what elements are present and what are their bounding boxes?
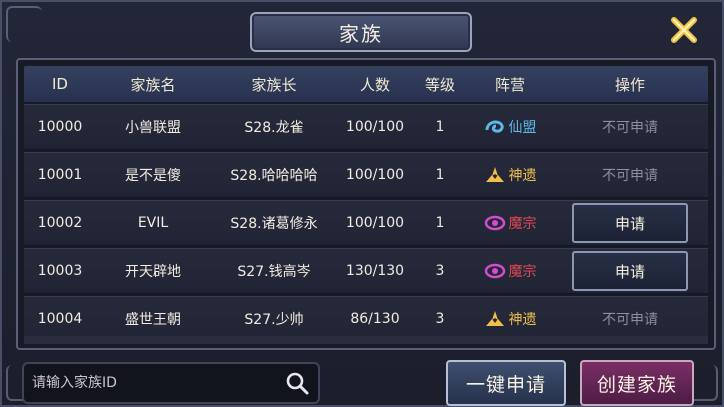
row-action: 不可申请 <box>552 297 708 341</box>
row-id: 10000 <box>37 119 83 135</box>
search-icon[interactable] <box>284 370 310 396</box>
divine-relic-icon <box>485 167 504 182</box>
search-box <box>22 362 320 404</box>
row-level: 3 <box>435 311 445 327</box>
row-leader: S28.诸葛修永 <box>230 216 318 232</box>
row-level: 1 <box>435 167 445 183</box>
cannot-apply-label: 不可申请 <box>602 120 658 136</box>
table-row: 10000 小兽联盟 S28.龙雀 100/100 1 仙盟 不可申请 <box>24 104 708 150</box>
close-icon <box>671 17 697 43</box>
row-id: 10001 <box>37 167 83 183</box>
row-members: 100/100 <box>345 167 405 183</box>
header-members: 人数 <box>359 75 390 94</box>
list-scroll-area[interactable] <box>24 336 708 344</box>
row-camp: 神遗 <box>468 153 552 197</box>
row-family-name: EVIL <box>137 215 169 231</box>
header-level: 等级 <box>424 75 455 94</box>
header-camp: 阵营 <box>494 75 525 94</box>
camp-label: 魔宗 <box>508 216 537 232</box>
table-body: 10000 小兽联盟 S28.龙雀 100/100 1 仙盟 不可申请 1000… <box>24 104 708 344</box>
camp-label: 神遗 <box>508 312 537 328</box>
header-action: 操作 <box>614 75 645 94</box>
family-window: 家族 ID 家族名 家族长 人数 等级 阵营 操作 10000 小兽联盟 S28… <box>0 0 724 407</box>
header-family-name: 家族名 <box>130 75 176 94</box>
title-plate: 家族 <box>250 12 472 52</box>
row-leader: S28.哈哈哈哈 <box>230 168 318 184</box>
row-camp: 魔宗 <box>468 249 552 293</box>
row-leader: S27.钱高岑 <box>237 264 311 280</box>
frame-corner-ornament <box>6 6 42 42</box>
table-row: 10002 EVIL S28.诸葛修永 100/100 1 魔宗 申请 <box>24 200 708 246</box>
close-button[interactable] <box>668 14 700 46</box>
table-row: 10003 开天辟地 S27.钱高岑 130/130 3 魔宗 申请 <box>24 248 708 294</box>
row-level: 3 <box>435 263 445 279</box>
apply-button[interactable]: 申请 <box>572 251 688 291</box>
window-title: 家族 <box>339 21 383 46</box>
cannot-apply-label: 不可申请 <box>602 312 658 328</box>
row-action: 申请 <box>552 249 708 293</box>
row-action: 不可申请 <box>552 105 708 149</box>
camp-badge: 神遗 <box>484 309 537 329</box>
divine-relic-icon <box>485 311 504 326</box>
row-family-name: 是不是傻 <box>125 168 181 184</box>
camp-label: 魔宗 <box>508 264 537 280</box>
create-family-button[interactable]: 创建家族 <box>580 360 694 406</box>
table-header: ID 家族名 家族长 人数 等级 阵营 操作 <box>24 66 708 102</box>
row-leader: S27.少帅 <box>244 312 304 328</box>
family-id-search-input[interactable] <box>24 374 284 392</box>
row-members: 86/130 <box>350 311 400 327</box>
row-members: 130/130 <box>345 263 405 279</box>
row-camp: 仙盟 <box>468 105 552 149</box>
demon-sect-icon <box>484 215 505 231</box>
camp-label: 神遗 <box>508 168 537 184</box>
row-id: 10002 <box>37 215 83 231</box>
row-camp: 神遗 <box>468 297 552 341</box>
row-level: 1 <box>435 119 445 135</box>
table-row: 10001 是不是傻 S28.哈哈哈哈 100/100 1 神遗 不可申请 <box>24 152 708 198</box>
one-key-apply-button[interactable]: 一键申请 <box>446 360 566 406</box>
row-family-name: 开天辟地 <box>125 264 181 280</box>
row-family-name: 盛世王朝 <box>125 312 181 328</box>
camp-badge: 魔宗 <box>484 261 537 281</box>
row-camp: 魔宗 <box>468 201 552 245</box>
camp-badge: 神遗 <box>484 165 537 185</box>
header-leader: 家族长 <box>251 75 297 94</box>
row-members: 100/100 <box>345 119 405 135</box>
row-action: 不可申请 <box>552 153 708 197</box>
row-id: 10004 <box>37 311 83 327</box>
camp-badge: 魔宗 <box>484 213 537 233</box>
row-family-name: 小兽联盟 <box>125 120 181 136</box>
demon-sect-icon <box>484 263 505 279</box>
row-members: 100/100 <box>345 215 405 231</box>
cannot-apply-label: 不可申请 <box>602 168 658 184</box>
camp-badge: 仙盟 <box>484 117 537 137</box>
apply-button[interactable]: 申请 <box>572 203 688 243</box>
row-leader: S28.龙雀 <box>244 120 304 136</box>
row-action: 申请 <box>552 201 708 245</box>
family-list-panel: ID 家族名 家族长 人数 等级 阵营 操作 10000 小兽联盟 S28.龙雀… <box>16 58 716 350</box>
row-level: 1 <box>435 215 445 231</box>
camp-label: 仙盟 <box>508 120 537 136</box>
immortal-alliance-icon <box>485 120 504 133</box>
header-id: ID <box>52 75 68 93</box>
row-id: 10003 <box>37 263 83 279</box>
